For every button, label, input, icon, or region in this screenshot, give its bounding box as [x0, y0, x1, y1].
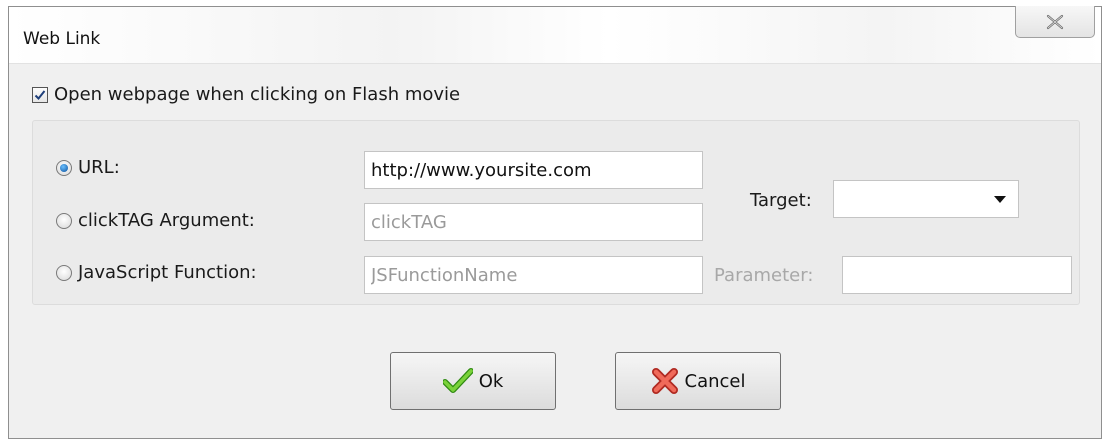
radio-selected-dot — [60, 163, 68, 172]
javascript-label: JavaScript Function: — [78, 262, 257, 283]
green-checkmark-icon — [442, 368, 473, 394]
close-icon — [1045, 14, 1065, 30]
open-webpage-checkbox[interactable] — [32, 86, 48, 103]
clicktag-radio[interactable] — [56, 212, 72, 229]
red-x-icon — [651, 367, 679, 395]
javascript-function-input[interactable] — [364, 256, 703, 294]
open-webpage-label: Open webpage when clicking on Flash movi… — [54, 84, 461, 105]
parameter-input[interactable] — [842, 256, 1072, 294]
target-select[interactable] — [833, 180, 1019, 218]
url-input[interactable] — [364, 151, 703, 189]
title-bar: Web Link — [9, 6, 1101, 64]
clicktag-label: clickTAG Argument: — [78, 210, 255, 231]
parameter-label: Parameter: — [714, 265, 814, 286]
checkmark-icon — [34, 89, 46, 100]
clicktag-input[interactable] — [364, 203, 703, 241]
clicktag-radio-option[interactable]: clickTAG Argument: — [56, 210, 255, 231]
ok-label: Ok — [478, 370, 504, 392]
ok-button[interactable]: Ok — [390, 352, 556, 410]
close-button[interactable] — [1015, 6, 1095, 38]
cancel-button[interactable]: Cancel — [615, 352, 781, 410]
javascript-radio-option[interactable]: JavaScript Function: — [56, 262, 257, 283]
url-radio-option[interactable]: URL: — [56, 157, 120, 178]
url-radio[interactable] — [56, 159, 72, 176]
dialog-title: Web Link — [23, 29, 101, 49]
open-webpage-checkbox-row[interactable]: Open webpage when clicking on Flash movi… — [32, 84, 460, 105]
javascript-radio[interactable] — [56, 264, 72, 281]
url-label: URL: — [78, 157, 120, 178]
target-label: Target: — [750, 190, 812, 211]
cancel-label: Cancel — [684, 370, 746, 392]
dropdown-arrow-icon — [994, 196, 1006, 203]
